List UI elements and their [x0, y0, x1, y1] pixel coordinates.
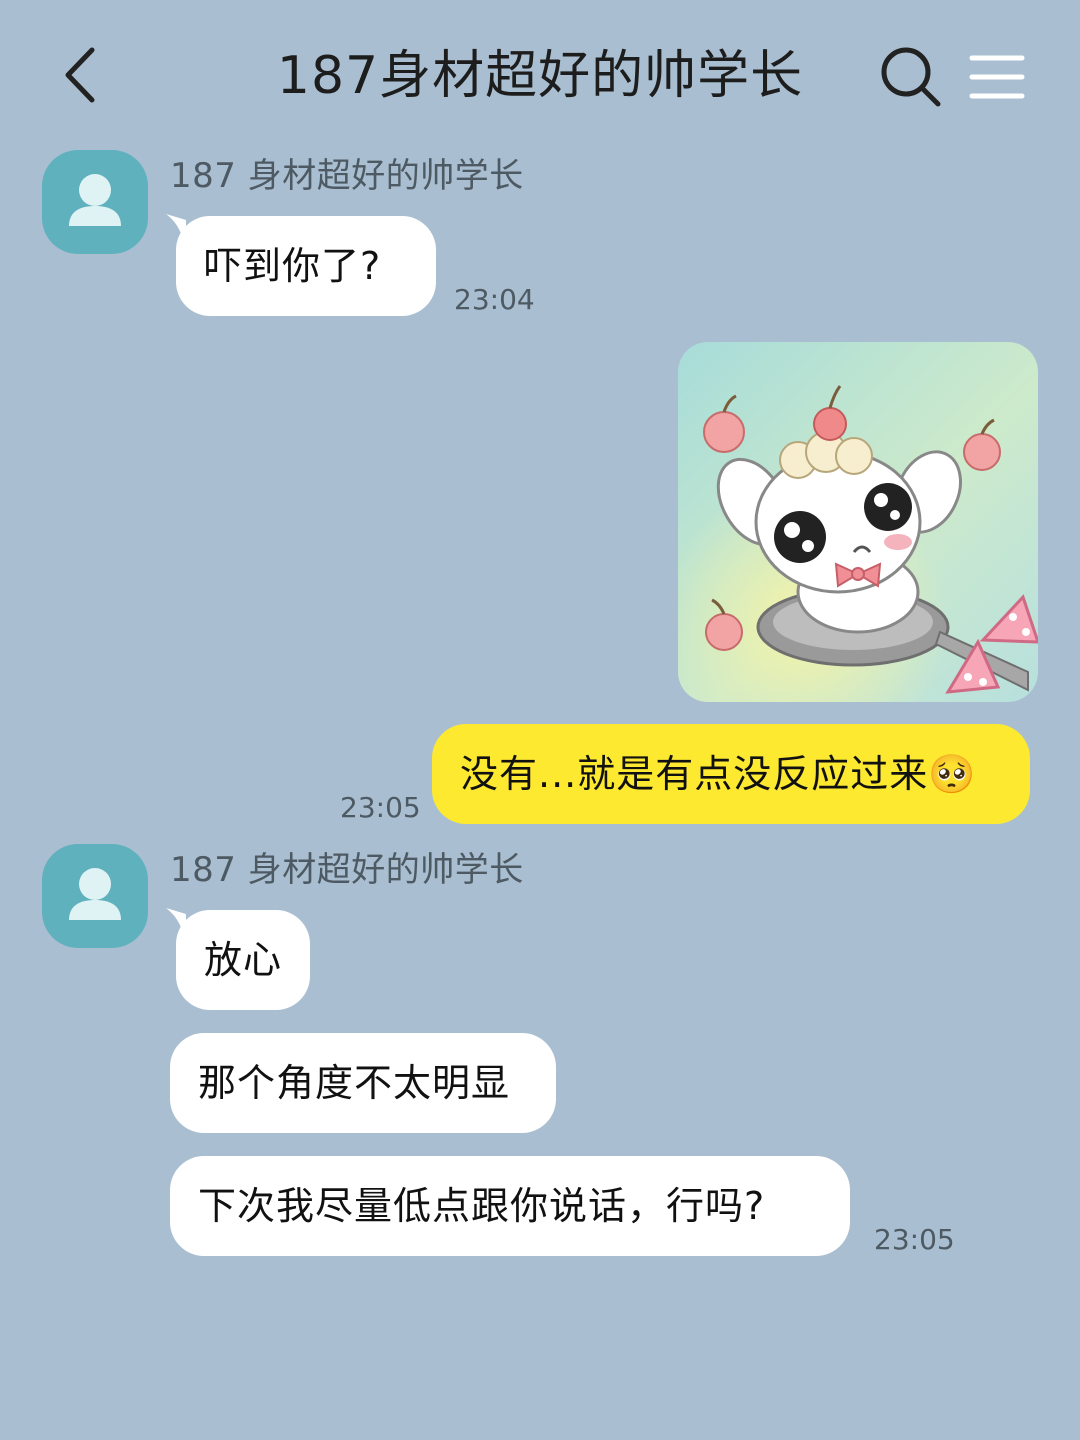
puppy-sticker-icon	[678, 342, 1038, 702]
search-icon	[881, 47, 941, 107]
message-bubble[interactable]: 放心	[176, 910, 310, 1010]
search-button[interactable]	[878, 44, 944, 110]
sender-name: 187 身材超好的帅学长	[170, 850, 524, 890]
menu-button[interactable]	[968, 52, 1026, 102]
avatar[interactable]	[42, 844, 148, 948]
message-bubble-mine[interactable]: 没有...就是有点没反应过来🥺	[432, 724, 1030, 824]
avatar[interactable]	[42, 150, 148, 254]
user-icon	[69, 174, 121, 226]
message-bubble[interactable]: 那个角度不太明显	[170, 1033, 556, 1133]
sticker-image[interactable]	[678, 342, 1038, 702]
message-bubble[interactable]: 下次我尽量低点跟你说话，行吗?	[170, 1156, 850, 1256]
sender-name: 187 身材超好的帅学长	[170, 156, 524, 196]
user-icon	[69, 868, 121, 920]
message-time: 23:05	[340, 791, 421, 824]
message-time: 23:05	[874, 1223, 955, 1256]
menu-icon	[969, 55, 1025, 99]
message-bubble[interactable]: 吓到你了?	[176, 216, 436, 316]
message-time: 23:04	[454, 283, 535, 316]
